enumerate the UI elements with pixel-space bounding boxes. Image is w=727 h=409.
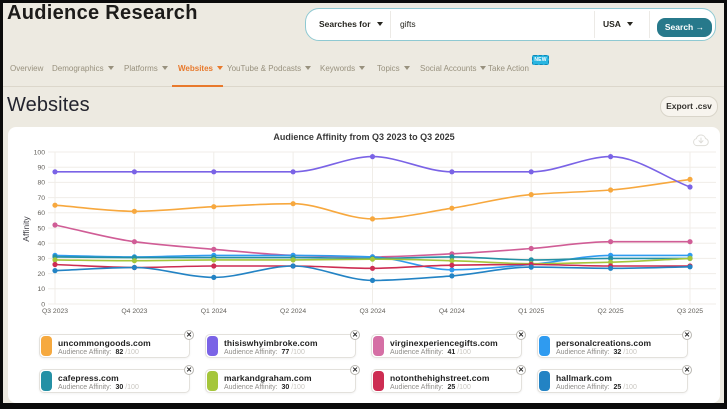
svg-text:100: 100 (34, 149, 46, 156)
svg-text:Q3 2023: Q3 2023 (42, 308, 68, 315)
svg-text:Q3 2025: Q3 2025 (677, 308, 703, 315)
svg-text:Q3 2024: Q3 2024 (359, 308, 385, 315)
svg-text:Q4 2024: Q4 2024 (439, 308, 465, 315)
svg-text:Q4 2023: Q4 2023 (121, 308, 147, 315)
svg-text:30: 30 (37, 256, 45, 263)
svg-text:80: 80 (37, 180, 45, 187)
svg-text:Q2 2025: Q2 2025 (598, 308, 624, 315)
svg-text:20: 20 (37, 271, 45, 278)
svg-text:Q1 2024: Q1 2024 (201, 308, 227, 315)
svg-text:70: 70 (37, 195, 45, 202)
svg-text:Q2 2024: Q2 2024 (280, 308, 306, 315)
svg-text:Q1 2025: Q1 2025 (518, 308, 544, 315)
svg-text:50: 50 (37, 225, 45, 232)
svg-text:Audience Affinity from Q3 2023: Audience Affinity from Q3 2023 to Q3 202… (273, 132, 454, 142)
svg-text:Affinity: Affinity (21, 216, 31, 242)
svg-text:40: 40 (37, 241, 45, 248)
svg-text:60: 60 (37, 210, 45, 217)
svg-text:90: 90 (37, 165, 45, 172)
svg-text:10: 10 (37, 286, 45, 293)
